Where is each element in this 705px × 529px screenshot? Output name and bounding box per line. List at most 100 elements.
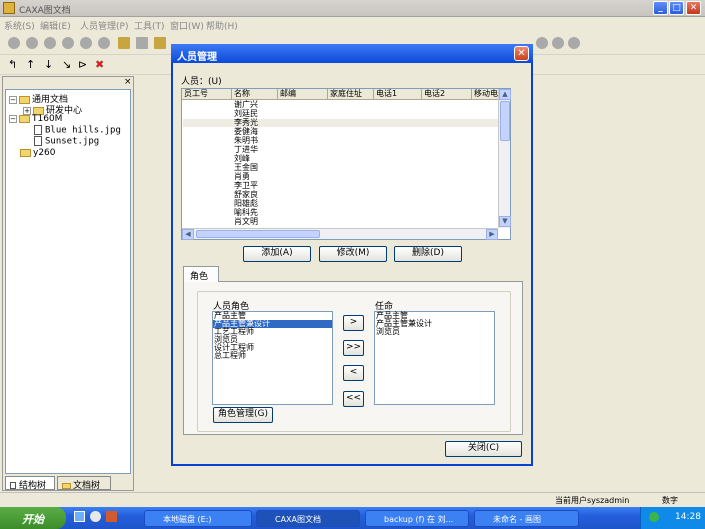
filter-icon[interactable]: ⊳ [78, 58, 87, 71]
taskbar-item-disk[interactable]: 本地磁盘 (E:) [144, 510, 252, 527]
taskbar-item-backup[interactable]: backup (f) 在 刘... [365, 510, 469, 527]
main-title-bar: CAXA图文档 _ □ ✕ [0, 0, 705, 17]
close-button[interactable]: 关闭(C) [445, 441, 522, 457]
quicklaunch-icon[interactable] [74, 511, 85, 522]
people-list[interactable]: 员工号 名称 邮编 家庭住址 电话1 电话2 移动电话 谢广兴 刘廷民 李秀光 … [181, 88, 511, 240]
list-item[interactable]: 总工程师 [213, 352, 332, 360]
tree-file-sunset[interactable]: Sunset.jpg [34, 136, 99, 147]
tree-icon [10, 482, 16, 489]
tab-label: 文档树 [73, 481, 101, 491]
add-button[interactable]: 添加(A) [243, 246, 311, 262]
minimize-button[interactable]: _ [653, 1, 668, 15]
tab-document-tree[interactable]: 文档树 [57, 476, 111, 491]
input-mode-status: 数字 [662, 496, 678, 505]
arrow-left-up-icon[interactable]: ↰ [8, 58, 17, 71]
column-header[interactable]: 员工号 [182, 89, 232, 100]
toolbar-tool-icon[interactable] [44, 37, 56, 49]
scroll-down-icon[interactable]: ▼ [499, 216, 511, 227]
toolbar-tool-icon[interactable] [536, 37, 548, 49]
column-header[interactable]: 电话2 [422, 89, 472, 100]
table-row[interactable]: 李秀光 [234, 119, 258, 127]
quicklaunch-icon[interactable] [106, 511, 117, 522]
toolbar-tool-icon[interactable] [8, 37, 20, 49]
quicklaunch-icon[interactable] [90, 511, 101, 522]
toolbar-tool-icon[interactable] [62, 37, 74, 49]
toolbar-tool-icon[interactable] [552, 37, 564, 49]
delete-icon[interactable]: ✖ [95, 58, 104, 71]
collapse-icon[interactable]: − [9, 95, 17, 104]
table-row[interactable]: 丁进华 [234, 146, 258, 154]
scroll-right-icon[interactable]: ▶ [486, 229, 498, 240]
tree-node-t160m[interactable]: − T160M [9, 114, 62, 124]
scroll-left-icon[interactable]: ◀ [182, 229, 194, 240]
network-icon[interactable] [649, 512, 659, 522]
vertical-scrollbar[interactable]: ▲ ▼ [498, 89, 511, 228]
clock[interactable]: 14:28 [675, 512, 701, 522]
collapse-icon[interactable]: − [9, 114, 17, 123]
taskbar-item-caxa[interactable]: CAXA图文档 [256, 510, 360, 527]
delete-button[interactable]: 删除(D) [394, 246, 462, 262]
column-header[interactable]: 电话1 [374, 89, 422, 100]
column-header[interactable]: 家庭住址 [328, 89, 374, 100]
person-roles-list[interactable]: 产品主管 产品主管兼设计 工艺工程师 浏览员 设计工程师 总工程师 [212, 311, 333, 405]
table-row[interactable]: 谢广兴 [234, 101, 258, 109]
toolbar-tool-icon[interactable] [568, 37, 580, 49]
table-row[interactable]: 娄健海 [234, 128, 258, 136]
move-all-right-button[interactable]: >> [343, 340, 364, 356]
toolbar-tool-icon[interactable] [98, 37, 110, 49]
system-tray: 14:28 [640, 507, 705, 529]
horizontal-scrollbar[interactable]: ◀ ▶ [182, 228, 498, 240]
tab-structure-tree[interactable]: 结构树 [5, 476, 55, 491]
toolbar-tool-icon[interactable] [136, 37, 148, 49]
move-right-button[interactable]: > [343, 315, 364, 331]
table-row[interactable]: 朱明书 [234, 137, 258, 145]
edit-button[interactable]: 修改(M) [319, 246, 387, 262]
folder-icon [62, 482, 71, 489]
document-icon[interactable] [154, 37, 166, 49]
assigned-roles-list[interactable]: 产品主管 产品主管兼设计 浏览员 [374, 311, 495, 405]
tree-node-label: T160M [32, 114, 63, 124]
dialog-title: 人员管理 [177, 52, 217, 63]
table-row[interactable]: 刘峰 [234, 155, 250, 163]
document-tree: − 通用文档 + 研发中心 − T160M Blue hills.jpg Sunset… [5, 89, 131, 474]
table-row[interactable]: 喻科先 [234, 209, 258, 217]
role-manage-button[interactable]: 角色管理(G) [213, 407, 273, 423]
tab-label: 结构树 [19, 481, 47, 491]
move-all-left-button[interactable]: << [343, 391, 364, 407]
table-row[interactable]: 肖勇 [234, 173, 250, 181]
tree-file-blue-hills[interactable]: Blue hills.jpg [34, 125, 121, 136]
scroll-thumb[interactable] [500, 101, 510, 141]
table-row[interactable]: 李卫平 [234, 182, 258, 190]
column-header[interactable]: 名称 [232, 89, 278, 100]
scroll-thumb[interactable] [196, 230, 320, 238]
toolbar-tool-icon[interactable] [80, 37, 92, 49]
arrow-up-icon[interactable]: ↑ [26, 58, 35, 71]
table-row[interactable]: 王金国 [234, 164, 258, 172]
arrow-down-right-icon[interactable]: ↘ [62, 58, 71, 71]
panel-close-icon[interactable]: × [124, 77, 132, 87]
table-row[interactable]: 肖文明 [234, 218, 258, 226]
app-icon [3, 2, 15, 14]
scroll-up-icon[interactable]: ▲ [499, 89, 511, 100]
arrow-down-icon[interactable]: ↓ [44, 58, 53, 71]
dialog-close-icon[interactable]: ✕ [514, 46, 529, 61]
table-row[interactable]: 刘廷民 [234, 110, 258, 118]
close-app-button[interactable]: ✕ [686, 1, 701, 15]
list-item[interactable]: 浏览员 [375, 328, 494, 336]
table-row[interactable]: 阳雄彪 [234, 200, 258, 208]
table-row[interactable]: 舒家良 [234, 191, 258, 199]
move-left-button[interactable]: < [343, 365, 364, 381]
toolbar-tool-icon[interactable] [26, 37, 38, 49]
tree-node-y260[interactable]: y260 [20, 148, 56, 158]
column-header[interactable]: 邮编 [278, 89, 328, 100]
menu-bar: 系统(S) 编辑(E) 人员管理(P) 工具(T) 窗口(W) 帮助(H) [0, 17, 705, 32]
maximize-button[interactable]: □ [669, 1, 684, 15]
start-button[interactable]: 开始 [0, 507, 66, 529]
open-folder-icon[interactable] [118, 37, 130, 49]
tab-role[interactable]: 角色 [183, 266, 219, 282]
taskbar-item-paint[interactable]: 未命名 - 画图 [474, 510, 579, 527]
app-title: CAXA图文档 [19, 6, 71, 16]
file-icon [34, 125, 42, 135]
folder-icon [19, 114, 30, 123]
file-icon [34, 136, 42, 146]
